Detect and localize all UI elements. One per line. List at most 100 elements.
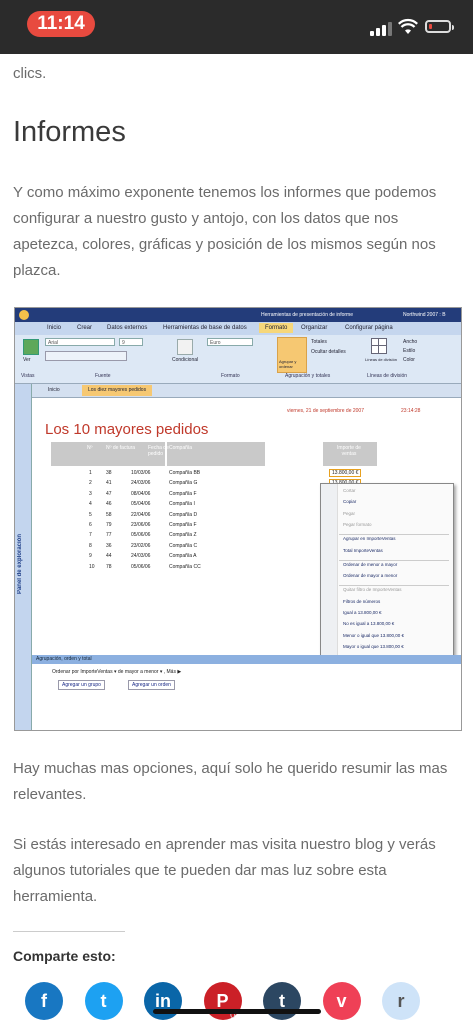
table-cell: 79 bbox=[106, 522, 112, 528]
tumblr-icon: t bbox=[279, 991, 285, 1011]
group-sort-pane-header: Agrupación, orden y total bbox=[32, 655, 461, 664]
report-time: 23:14:28 bbox=[401, 408, 421, 414]
ribbon-tab-inicio: Inicio bbox=[47, 325, 62, 331]
table-cell: 8 bbox=[89, 542, 92, 549]
table-cell: 7 bbox=[89, 532, 92, 539]
table-cell: 24/03/06 bbox=[131, 480, 151, 487]
add-group-button: Agregar un grupo bbox=[58, 680, 105, 690]
context-menu-item: Mayor o igual que 13.800,00 € bbox=[343, 643, 404, 649]
table-cell: 9 bbox=[89, 553, 92, 560]
table-cell: 58 bbox=[106, 511, 112, 518]
view-icon bbox=[23, 339, 39, 355]
table-cell: Compañía D bbox=[169, 511, 198, 518]
ribbon-body: Ver Arial 9 Condicional Euro Agrupar y o… bbox=[15, 335, 461, 384]
table-row: 7 77 05/06/06 Compañía Z bbox=[51, 530, 366, 540]
table-cell: 08/04/06 bbox=[131, 490, 151, 497]
table-row: 9 44 24/03/06 Compañía A bbox=[51, 551, 366, 561]
ribbon-condicional: Condicional bbox=[172, 357, 199, 363]
intro-paragraph: Y como máximo exponente tenemos los info… bbox=[13, 184, 437, 279]
nav-pane-label: Panel de exploración bbox=[17, 534, 23, 595]
section-heading: Informes bbox=[13, 116, 126, 148]
context-menu-separator bbox=[339, 585, 449, 587]
table-cell: 3 bbox=[89, 490, 92, 497]
linkedin-icon: in bbox=[155, 991, 171, 1011]
table-cell: 13.800,00 € bbox=[329, 469, 362, 477]
table-cell: 4 bbox=[89, 501, 92, 508]
gridlines-icon bbox=[371, 338, 387, 354]
app-title: Northwind 2007 : B bbox=[403, 312, 446, 318]
group-sort-pane: Ordenar por ImporteVentas ▾ de mayor a m… bbox=[32, 664, 461, 730]
table-cell: 6 bbox=[89, 522, 92, 528]
context-menu-item: Cortar bbox=[343, 488, 356, 493]
report-date: viernes, 21 de septiembre de 2007 bbox=[287, 408, 364, 414]
context-menu-item: Total ImporteVentas bbox=[343, 547, 383, 553]
share-linkedin-button[interactable]: in bbox=[144, 982, 182, 1020]
table-cell: Compañía F bbox=[169, 490, 197, 497]
status-time: 11:14 bbox=[27, 11, 95, 37]
context-menu-item: Pegar bbox=[343, 510, 356, 516]
table-row: 8 36 23/02/06 Compañía C bbox=[51, 541, 366, 551]
context-menu-item: Ordenar de mayor a menor bbox=[343, 573, 398, 579]
font-select: Arial bbox=[45, 338, 115, 346]
battery-icon bbox=[425, 20, 454, 33]
reddit-icon: r bbox=[397, 991, 405, 1011]
table-cell: 47 bbox=[106, 490, 112, 497]
share-facebook-button[interactable]: f bbox=[25, 982, 63, 1020]
table-cell: 77 bbox=[106, 532, 112, 539]
group-label-vistas: Vistas bbox=[21, 373, 35, 379]
group-label-lineas: Líneas de división bbox=[367, 373, 408, 379]
table-cell: 22/04/06 bbox=[131, 511, 151, 518]
share-pocket-button[interactable]: v bbox=[322, 982, 361, 1020]
pocket-icon: v bbox=[336, 991, 347, 1011]
ribbon-color: Color bbox=[403, 357, 415, 363]
document-tabs: Inicio Los diez mayores pedidos bbox=[32, 384, 461, 398]
ribbon-tab-organizar: Organizar bbox=[301, 325, 328, 331]
table-cell: 41 bbox=[106, 480, 112, 487]
ribbon-tab-datos-externos: Datos externos bbox=[107, 325, 148, 331]
table-row: 3 47 08/04/06 Compañía F bbox=[51, 489, 366, 499]
table-row: 1 38 10/03/06 Compañía BB 13.800,00 € bbox=[51, 468, 366, 478]
number-format-select: Euro bbox=[207, 338, 253, 346]
home-indicator[interactable] bbox=[153, 1009, 321, 1014]
window-title: Herramientas de presentación de informe bbox=[261, 312, 353, 318]
table-cell: 36 bbox=[106, 542, 112, 549]
share-twitter-button[interactable]: t bbox=[84, 982, 123, 1020]
wifi-icon bbox=[398, 18, 418, 34]
context-menu-item: Pegar formato bbox=[343, 521, 372, 527]
table-cell: 38 bbox=[106, 470, 112, 476]
table-cell: Compañía G bbox=[169, 480, 198, 487]
table-cell: 23/02/06 bbox=[131, 542, 151, 549]
context-menu-item: Filtros de números bbox=[343, 598, 381, 604]
table-cell: Compañía Z bbox=[169, 532, 197, 539]
table-cell: Compañía F bbox=[169, 522, 197, 528]
access-report-screenshot: Herramientas de presentación de informe … bbox=[14, 307, 462, 731]
table-cell: 10 bbox=[89, 563, 95, 570]
conditional-icon bbox=[177, 339, 193, 355]
office-button-icon bbox=[19, 310, 29, 320]
status-bar: 11:14 bbox=[0, 0, 473, 54]
context-menu-item: Copiar bbox=[343, 499, 357, 505]
ribbon-tab-crear: Crear bbox=[77, 325, 93, 331]
font-size-select: 9 bbox=[119, 338, 143, 346]
group-label-fuente: Fuente bbox=[95, 373, 111, 379]
options-paragraph: Hay muchas mas opciones, aquí solo he qu… bbox=[13, 760, 448, 803]
share-tumblr-button[interactable]: t bbox=[263, 982, 301, 1020]
ribbon-tabs: Inicio Crear Datos externos Herramientas… bbox=[15, 322, 461, 335]
table-row: 5 58 22/04/06 Compañía D bbox=[51, 510, 366, 520]
blog-paragraph: Si estás interesado en aprender mas visi… bbox=[13, 836, 436, 905]
share-reddit-button[interactable]: r bbox=[382, 982, 420, 1020]
twitter-icon: t bbox=[100, 991, 107, 1011]
table-row: 4 46 05/04/06 Compañía I bbox=[51, 499, 366, 509]
table-cell: Compañía BB bbox=[169, 470, 201, 476]
table-cell: 5 bbox=[89, 511, 92, 518]
divider bbox=[13, 931, 125, 932]
table-cell: 2 bbox=[89, 480, 92, 487]
col-header-compania: Compañía bbox=[169, 445, 193, 451]
table-cell: 78 bbox=[106, 563, 112, 570]
ribbon-tab-formato: Formato bbox=[259, 323, 294, 333]
sort-rule: Ordenar por ImporteVentas ▾ de mayor a m… bbox=[52, 669, 182, 675]
table-cell: 44 bbox=[106, 553, 112, 560]
ribbon-ver: Ver bbox=[23, 357, 31, 363]
ribbon-lineas: Líneas de división bbox=[365, 357, 398, 362]
table-cell: 05/04/06 bbox=[131, 501, 151, 508]
